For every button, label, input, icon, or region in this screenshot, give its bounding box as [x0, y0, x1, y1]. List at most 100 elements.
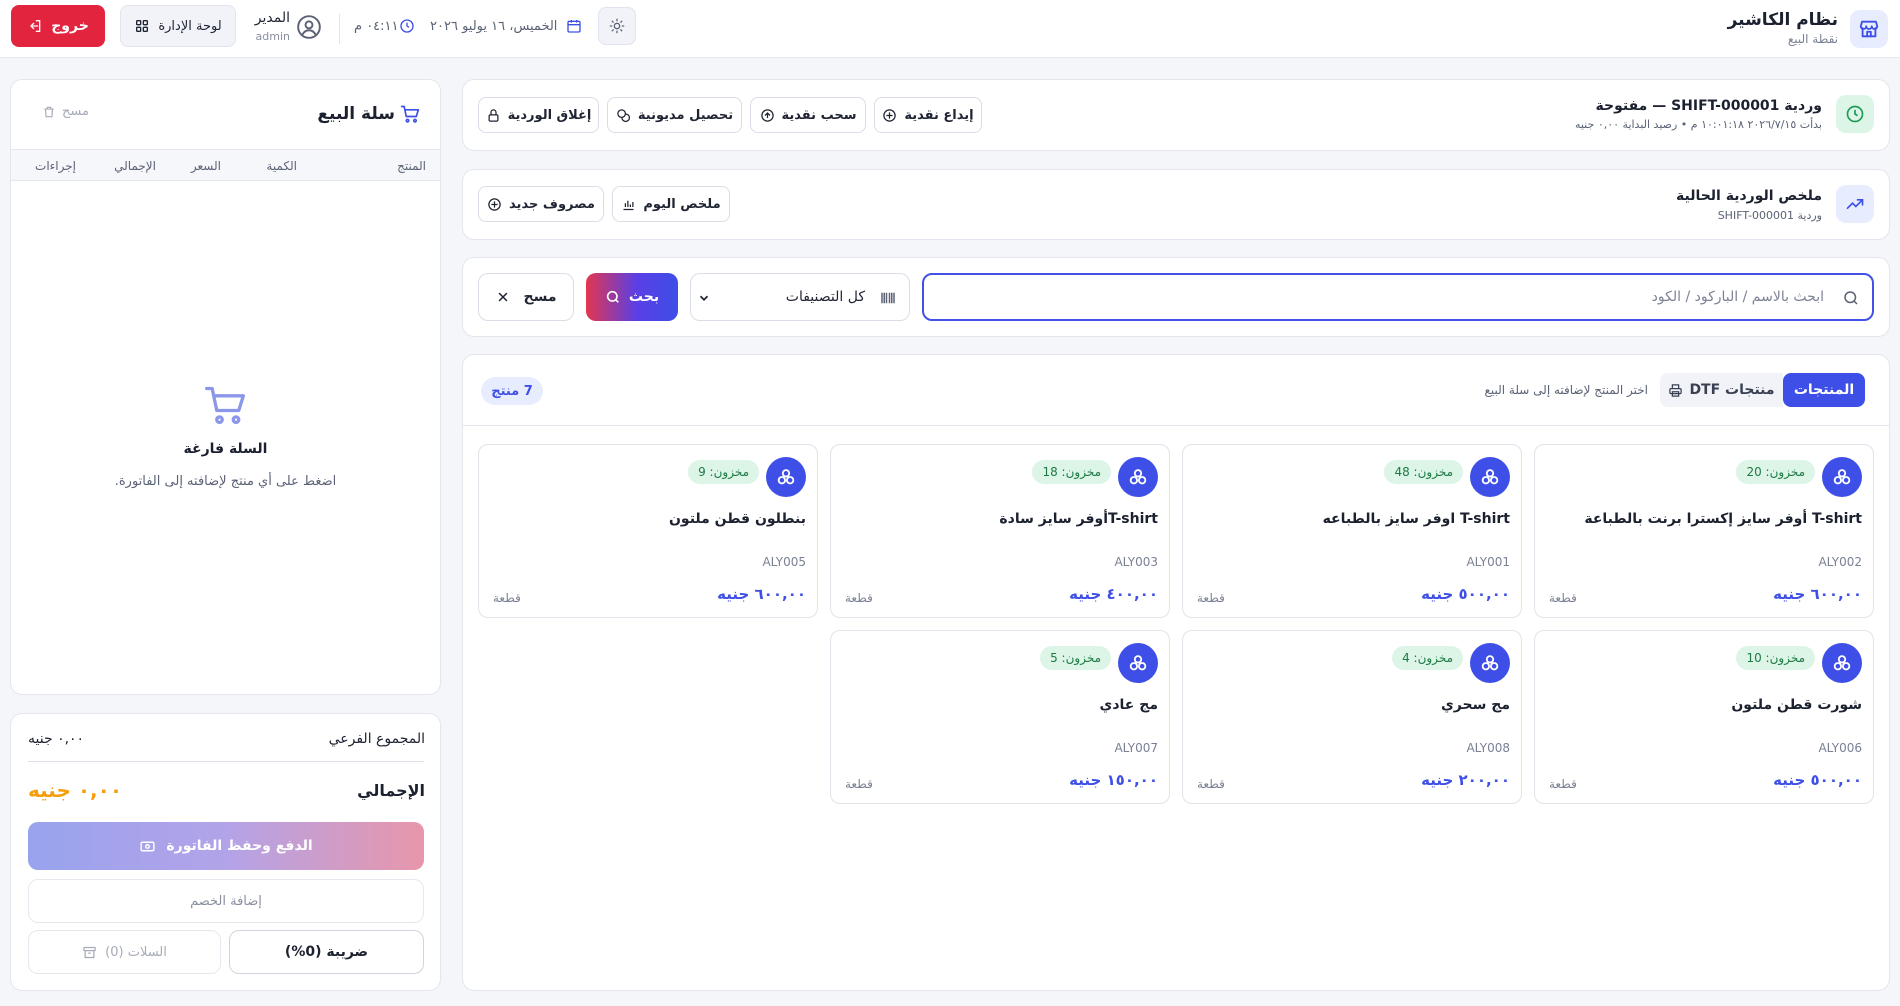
product-category-icon: [1470, 457, 1510, 497]
close-icon: [498, 292, 507, 302]
cash-icon: [140, 841, 155, 851]
product-name: بنطلون قطن ملتون: [668, 511, 806, 527]
plus-circle-icon: [488, 197, 501, 211]
logout-button[interactable]: خروج: [11, 5, 105, 47]
product-code: ALY008: [1466, 741, 1510, 755]
clear-search-button[interactable]: مسح: [478, 273, 574, 321]
product-unit: قطعة: [1197, 777, 1225, 791]
product-category-icon: [1118, 457, 1158, 497]
product-name: T-shirt اوفر سايز بالطباعه: [1322, 511, 1510, 527]
product-code: ALY006: [1818, 741, 1862, 755]
brand-title: نظام الكاشير: [1727, 10, 1838, 30]
product-category-icon: [1470, 643, 1510, 683]
cash-withdraw-button[interactable]: سحب نقدية: [750, 97, 866, 133]
plus-circle-icon: [883, 108, 897, 122]
product-card[interactable]: مخزون: 10 شورت قطن ملتون ALY006 ٥٠٠,٠٠ جنيه…: [1534, 630, 1874, 804]
search-button[interactable]: بحث: [586, 273, 678, 321]
product-unit: قطعة: [845, 591, 873, 605]
admin-dashboard-button[interactable]: لوحة الإدارة: [120, 5, 236, 47]
calendar-icon: [566, 18, 582, 34]
product-name: T-shirtأوفر سايز سادة: [999, 511, 1158, 527]
product-stock-badge: مخزون: 4: [1392, 646, 1463, 670]
cart-clear-button[interactable]: مسح: [42, 104, 89, 119]
search-field[interactable]: [922, 273, 1874, 321]
product-name: شورت قطن ملتون: [1731, 697, 1862, 713]
product-unit: قطعة: [845, 777, 873, 791]
clock-icon: [399, 18, 415, 34]
product-unit: قطعة: [493, 591, 521, 605]
sun-icon: [609, 18, 625, 34]
product-name: مج عادي: [1099, 697, 1158, 713]
grid-icon: [136, 19, 149, 32]
product-unit: قطعة: [1549, 777, 1577, 791]
col-total: الإجمالي: [114, 159, 156, 173]
product-card[interactable]: مخزون: 9 بنطلون قطن ملتون ALY005 ٦٠٠,٠٠ جني…: [478, 444, 818, 618]
shift-title: وردية SHIFT-000001 — مفتوحة: [1595, 98, 1822, 114]
subtotal-value: ٠,٠٠ جنيه: [28, 731, 85, 747]
pay-and-save-button[interactable]: الدفع وحفظ الفاتورة: [28, 822, 424, 870]
product-card[interactable]: مخزون: 20 T-shirt أوفر سايز إكسترا برنت ب…: [1534, 444, 1874, 618]
coins-icon: [617, 108, 630, 122]
search-icon: [1844, 291, 1858, 305]
user-role: admin: [255, 30, 290, 43]
close-shift-button[interactable]: إغلاق الوردية: [478, 97, 599, 133]
product-category-icon: [1822, 457, 1862, 497]
cart-title: سلة البيع: [317, 104, 395, 124]
totals-divider: [28, 761, 424, 762]
bar-chart-icon: [623, 200, 634, 210]
summary-subtitle: وردية SHIFT-000001: [1717, 209, 1822, 222]
cart-table-header: المنتج الكمية السعر الإجمالي إجراءات: [11, 149, 440, 181]
current-time: ٠٤:١١ م: [354, 19, 399, 34]
clock-circle-icon: [1836, 95, 1874, 133]
collect-debt-button[interactable]: تحصيل مديونية: [607, 97, 742, 133]
product-category-icon: [1118, 643, 1158, 683]
brand-subtitle: نقطة البيع: [1787, 32, 1838, 46]
trending-up-icon: [1836, 185, 1874, 223]
archive-icon: [83, 946, 96, 958]
cash-deposit-button[interactable]: إيداع نقدية: [874, 97, 982, 133]
total-label: الإجمالي: [357, 781, 425, 800]
chevron-down-icon: [699, 295, 709, 301]
product-code: ALY005: [762, 555, 806, 569]
user-name: المدير: [254, 10, 290, 26]
tab-dtf-products[interactable]: منتجات DTF: [1660, 373, 1783, 407]
product-stock-badge: مخزون: 5: [1040, 646, 1111, 670]
empty-cart-subtitle: اضغط على أي منتج لإضافته إلى الفاتورة.: [114, 474, 337, 489]
saved-carts-button[interactable]: السلات (0): [28, 930, 221, 974]
empty-cart-icon: [205, 386, 245, 425]
shopping-cart-icon: [400, 105, 420, 123]
col-price: السعر: [190, 159, 221, 173]
current-date: الخميس، ١٦ يوليو ٢٠٢٦: [430, 19, 558, 34]
tab-products[interactable]: المنتجات: [1783, 373, 1865, 407]
product-card[interactable]: مخزون: 18 T-shirtأوفر سايز سادة ALY003 ٤٠٠,…: [830, 444, 1170, 618]
search-input[interactable]: [934, 275, 1824, 319]
col-actions: إجراءات: [35, 159, 76, 173]
product-stock-badge: مخزون: 48: [1384, 460, 1463, 484]
product-card[interactable]: مخزون: 48 T-shirt اوفر سايز بالطباعه ALY00…: [1182, 444, 1522, 618]
tabs-divider: [463, 425, 1889, 426]
logout-icon: [30, 20, 41, 32]
shift-subtitle: بدأت ٢٠٢٦/٧/١٥ ١٠:٠١:١٨ م • رصيد البداية…: [1574, 118, 1822, 131]
product-category-icon: [1822, 643, 1862, 683]
barcode-icon: [881, 292, 895, 304]
lock-icon: [488, 108, 499, 122]
product-price: ١٥٠,٠٠ جنيه: [1069, 771, 1158, 789]
printer-icon: [1669, 383, 1683, 397]
summary-title: ملخص الوردية الحالية: [1675, 188, 1822, 204]
add-discount-button[interactable]: إضافة الخصم: [28, 879, 424, 923]
store-icon: [1850, 10, 1888, 48]
product-card[interactable]: مخزون: 5 مج عادي ALY007 ١٥٠,٠٠ جنيه قطعة: [830, 630, 1170, 804]
category-select[interactable]: كل التصنيفات: [690, 273, 910, 321]
total-value: ٠,٠٠ جنيه: [28, 778, 123, 802]
header-divider: [339, 14, 340, 44]
top-header: نظام الكاشير نقطة البيع الخميس، ١٦ يوليو…: [0, 0, 1900, 58]
product-price: ٦٠٠,٠٠ جنيه: [1773, 585, 1862, 603]
product-stock-badge: مخزون: 9: [688, 460, 759, 484]
theme-toggle-button[interactable]: [598, 7, 636, 45]
product-name: T-shirt أوفر سايز إكسترا برنت بالطباعة: [1584, 511, 1862, 527]
new-expense-button[interactable]: مصروف جديد: [478, 186, 604, 222]
arrow-up-circle-icon: [760, 108, 774, 122]
product-card[interactable]: مخزون: 4 مج سحري ALY008 ٢٠٠,٠٠ جنيه قطعة: [1182, 630, 1522, 804]
tax-button[interactable]: ضريبة (0%): [229, 930, 424, 974]
today-summary-button[interactable]: ملخص اليوم: [612, 186, 730, 222]
